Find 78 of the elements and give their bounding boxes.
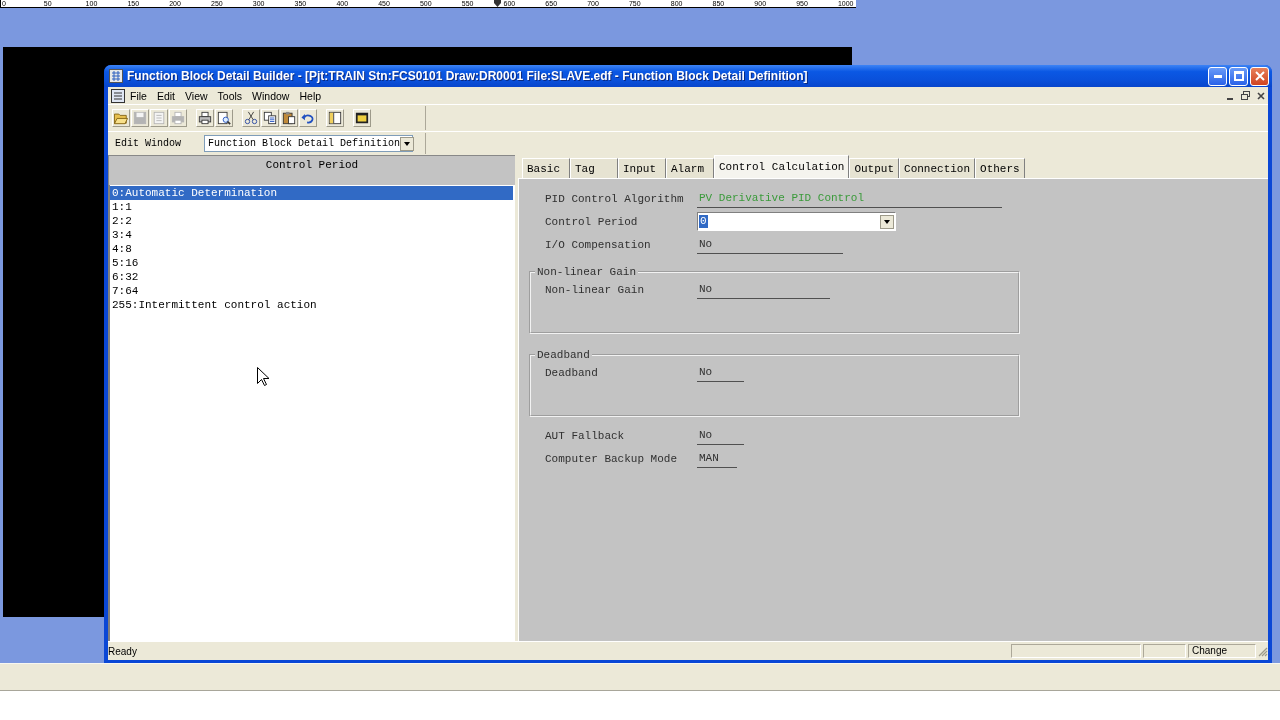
list-item[interactable]: 255:Intermittent control action xyxy=(110,298,513,312)
menu-item[interactable]: Help xyxy=(294,89,327,102)
scissors-icon xyxy=(244,111,258,125)
printer-icon xyxy=(198,111,212,125)
menu-item[interactable]: File xyxy=(125,89,152,102)
document-icon xyxy=(111,88,125,103)
edit-window-label: Edit Window xyxy=(115,138,182,149)
list-item[interactable]: 1:1 xyxy=(110,200,513,214)
page-magnifier-icon xyxy=(217,111,231,125)
field-label: AUT Fallback xyxy=(545,429,626,442)
list-item[interactable]: 2:2 xyxy=(110,214,513,228)
toolbar-button[interactable] xyxy=(196,109,214,127)
resize-grip-icon[interactable] xyxy=(1257,645,1268,657)
toolbar-button[interactable] xyxy=(261,109,279,127)
tab[interactable]: Basic xyxy=(522,158,570,178)
window-title: Function Block Detail Builder - [Pjt:TRAIN Stn:FCS0101 Draw:DR0001 File:SLAVE.edf - Function Block Detail Definition] xyxy=(127,69,809,83)
list-item[interactable]: 7:64 xyxy=(110,284,513,298)
tab[interactable]: Others xyxy=(975,158,1025,178)
toolbar-button[interactable] xyxy=(326,109,344,127)
toolbar-button[interactable] xyxy=(299,109,317,127)
field-label: PID Control Algorithm xyxy=(545,192,685,205)
value-field[interactable]: MAN xyxy=(697,449,737,468)
value-field[interactable]: No xyxy=(697,235,843,254)
maximize-button[interactable] xyxy=(1229,66,1248,86)
minimize-icon xyxy=(1213,74,1222,78)
minimize-button[interactable] xyxy=(1208,66,1227,86)
tab[interactable]: Tag xyxy=(570,158,618,178)
mouse-pointer-icon xyxy=(257,367,269,386)
field-label: I/O Compensation xyxy=(545,238,652,251)
tab[interactable]: Control Calculation xyxy=(714,155,850,178)
menu-item[interactable]: Window xyxy=(247,89,295,102)
selected-value: 0 xyxy=(699,215,708,228)
list-item[interactable]: 6:32 xyxy=(110,270,513,284)
menu-item[interactable]: Edit xyxy=(151,89,180,102)
toolbar-button[interactable] xyxy=(215,109,233,127)
app-icon xyxy=(109,69,123,83)
field-label: Computer Backup Mode xyxy=(545,452,679,465)
restore-icon[interactable] xyxy=(1241,91,1250,100)
toolbar-button[interactable] xyxy=(280,109,298,127)
maximize-icon xyxy=(1233,71,1244,81)
printer-icon xyxy=(171,111,185,125)
menu-item[interactable]: View xyxy=(180,89,213,102)
value-field[interactable]: No xyxy=(697,280,830,299)
close-icon[interactable] xyxy=(1257,91,1265,100)
field-label: Control Period xyxy=(545,215,639,228)
value-field[interactable]: No xyxy=(697,426,744,445)
toolbar-button[interactable] xyxy=(353,109,371,127)
fixed-value: PV Derivative PID Control xyxy=(697,189,1002,208)
group-title: Deadband xyxy=(536,349,591,361)
value-field[interactable]: No xyxy=(697,363,744,382)
edit-window-dropdown[interactable]: Function Block Detail Definition xyxy=(204,135,413,152)
tab[interactable]: Output xyxy=(849,158,900,178)
list-header: Control Period xyxy=(108,155,515,185)
status-indicator: Change xyxy=(1188,644,1256,658)
status-panel xyxy=(1143,644,1186,658)
list-item[interactable]: 3:4 xyxy=(110,228,513,242)
tab[interactable]: Input xyxy=(618,158,666,178)
field-label: Non-linear Gain xyxy=(545,283,646,296)
list-item[interactable]: 5:16 xyxy=(110,256,513,270)
status-text: Ready xyxy=(108,645,138,657)
split-panel-icon xyxy=(328,111,342,125)
list-item[interactable]: 0:Automatic Determination xyxy=(110,186,513,200)
group-title: Non-linear Gain xyxy=(536,266,638,278)
toolbar-button[interactable] xyxy=(242,109,260,127)
tab[interactable]: Alarm xyxy=(666,158,714,178)
ruler-marker-icon xyxy=(494,0,501,7)
close-button[interactable] xyxy=(1250,66,1269,86)
menu-item[interactable]: Tools xyxy=(212,89,248,102)
document-icon xyxy=(152,111,166,125)
window-icon xyxy=(355,111,369,125)
list-item[interactable]: 4:8 xyxy=(110,242,513,256)
copy-pages-icon xyxy=(263,111,277,125)
dropdown-field[interactable]: 0 xyxy=(697,212,896,231)
close-icon xyxy=(1254,71,1265,81)
tab[interactable]: Connection xyxy=(899,158,976,178)
field-label: Deadband xyxy=(545,366,599,379)
clipboard-icon xyxy=(282,111,296,125)
folder-icon xyxy=(114,111,128,125)
